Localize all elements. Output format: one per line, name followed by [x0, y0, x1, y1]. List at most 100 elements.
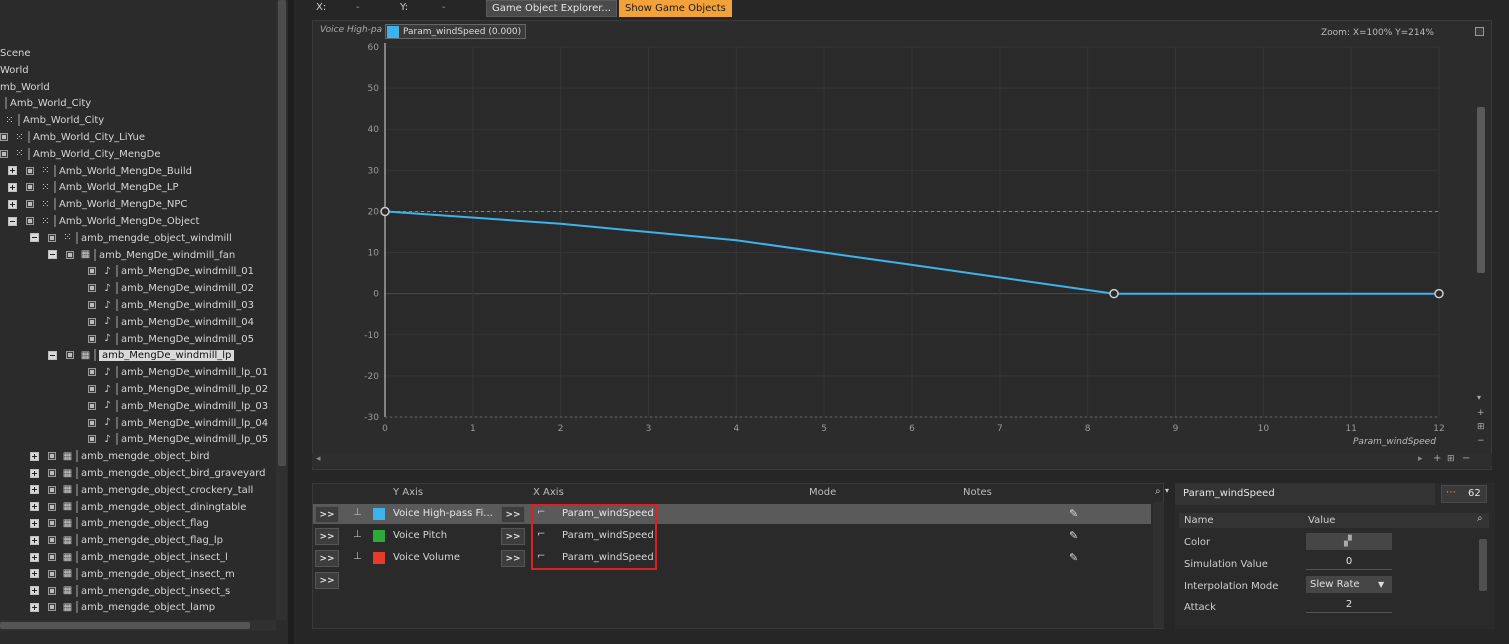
checkbox-icon[interactable]: [88, 284, 96, 293]
zoom-in-x-icon[interactable]: +: [1433, 453, 1441, 464]
col-notes[interactable]: Notes: [963, 484, 992, 501]
attack-field[interactable]: 2: [1306, 597, 1392, 613]
expand-icon[interactable]: [30, 451, 39, 461]
graph-corner-toggle[interactable]: [1475, 27, 1484, 36]
checkbox-icon[interactable]: [26, 183, 34, 192]
tree-item[interactable]: ⁙ Amb_World_MengDe_NPC: [8, 197, 187, 213]
tree-item[interactable]: ▦ amb_mengde_object_flag: [30, 516, 209, 532]
tree-item[interactable]: ▦ amb_mengde_object_bird: [30, 449, 210, 465]
game-object-explorer-button[interactable]: Game Object Explorer...: [486, 0, 617, 17]
tree-item[interactable]: ▦ amb_mengde_object_diningtable: [30, 500, 246, 516]
rtpc-row[interactable]: >> ⊥ Voice High-pass Fi... >> ⌐ Param_wi…: [313, 504, 1151, 524]
expand-row-button[interactable]: >>: [315, 550, 339, 567]
expand-icon[interactable]: [8, 182, 17, 192]
collapse-icon[interactable]: [48, 250, 57, 260]
expand-icon[interactable]: [30, 485, 39, 495]
checkbox-icon[interactable]: [66, 351, 74, 360]
checkbox-icon[interactable]: [26, 217, 34, 225]
expand-icon[interactable]: [30, 535, 39, 545]
property-scroll-thumb[interactable]: [1479, 539, 1487, 591]
expand-row-button[interactable]: >>: [315, 506, 339, 523]
expand-icon[interactable]: [30, 602, 39, 612]
color-picker[interactable]: ▞: [1306, 533, 1392, 550]
expand-icon[interactable]: [30, 569, 39, 579]
edit-notes-icon[interactable]: ✎: [1069, 551, 1078, 564]
checkbox-icon[interactable]: [48, 569, 56, 578]
pin-icon[interactable]: ⊥: [353, 551, 362, 562]
checkbox-icon[interactable]: [88, 334, 96, 343]
tree-item[interactable]: ♪ amb_MengDe_windmill_lp_02: [88, 382, 268, 398]
checkbox-icon[interactable]: [88, 317, 96, 326]
tree-item[interactable]: ⁙ amb_mengde_object_windmill: [30, 231, 232, 247]
tree-item[interactable]: ♪ amb_MengDe_windmill_01: [88, 264, 254, 280]
x-axis-menu-button[interactable]: >>: [501, 506, 525, 523]
tree-item[interactable]: ▦ amb_mengde_object_lamp: [30, 600, 215, 616]
expand-icon[interactable]: [8, 166, 17, 176]
simulation-value-field[interactable]: 0: [1306, 554, 1392, 570]
rtpc-row-empty[interactable]: >>: [313, 570, 1151, 590]
scroll-down-icon[interactable]: ▾: [1477, 393, 1481, 402]
checkbox-icon[interactable]: [88, 301, 96, 309]
tree-scroll-thumb[interactable]: [278, 0, 286, 466]
checkbox-icon[interactable]: [48, 603, 56, 612]
checkbox-icon[interactable]: [26, 200, 34, 209]
x-axis-menu-button[interactable]: >>: [501, 550, 525, 567]
expand-icon[interactable]: [30, 468, 39, 478]
expand-icon[interactable]: [30, 552, 39, 562]
tree-item[interactable]: mb_World: [0, 80, 50, 96]
expand-icon[interactable]: [30, 586, 39, 596]
collapse-icon[interactable]: [30, 233, 39, 243]
tree-item[interactable]: ⁙ Amb_World_City_MengDe: [0, 147, 161, 163]
rtpc-graph[interactable]: 60 50 40 30 20 10 0 -10 -20 -30 0 1 2 3 4 5 6 7 8 9 10 11 12 V…: [312, 20, 1492, 470]
checkbox-icon[interactable]: [48, 536, 56, 545]
edit-notes-icon[interactable]: ✎: [1069, 507, 1078, 520]
property-search-icon[interactable]: ⌕: [1477, 513, 1483, 524]
tree-item[interactable]: ♪ amb_MengDe_windmill_lp_03: [88, 399, 268, 415]
tree-item[interactable]: Scene: [0, 46, 31, 62]
checkbox-icon[interactable]: [88, 368, 96, 377]
zoom-out-x-icon[interactable]: −: [1462, 453, 1470, 464]
graph-horizontal-scrollbar[interactable]: ◂ ▸ + ⊞ −: [312, 453, 1492, 467]
checkbox-icon[interactable]: [48, 553, 56, 561]
tree-item[interactable]: ♪ amb_MengDe_windmill_lp_01: [88, 365, 268, 381]
x-axis-menu-button[interactable]: >>: [501, 528, 525, 545]
rtpc-row[interactable]: >> ⊥ Voice Pitch >> ⌐ Param_windSpeed ✎: [313, 526, 1151, 546]
checkbox-icon[interactable]: [48, 485, 56, 494]
tree-item[interactable]: ▦ amb_MengDe_windmill_fan: [48, 248, 235, 264]
zoom-in-y-icon[interactable]: +: [1477, 408, 1485, 418]
checkbox-icon[interactable]: [48, 519, 56, 528]
tree-item[interactable]: ▦ amb_mengde_object_bird_graveyard: [30, 466, 266, 482]
tree-item[interactable]: ▦ amb_mengde_object_flag_lp: [30, 533, 223, 549]
tree-item[interactable]: ♪ amb_MengDe_windmill_03: [88, 298, 254, 314]
search-icon[interactable]: ⌕: [1155, 486, 1161, 497]
checkbox-icon[interactable]: [66, 250, 74, 259]
tree-item[interactable]: ▦ amb_MengDe_windmill_lp: [48, 348, 235, 364]
collapse-icon[interactable]: [48, 350, 57, 360]
checkbox-icon[interactable]: [48, 233, 56, 242]
expand-icon[interactable]: [30, 518, 39, 528]
checkbox-icon[interactable]: [0, 133, 8, 141]
tree-hscroll-thumb[interactable]: [0, 622, 250, 629]
tree-item[interactable]: ⁙ Amb_World_City_LiYue: [0, 130, 145, 146]
collapse-icon[interactable]: [8, 216, 17, 226]
show-game-objects-button[interactable]: Show Game Objects: [619, 0, 732, 17]
col-x-axis[interactable]: X Axis: [533, 484, 564, 501]
tree-item[interactable]: ▦ amb_mengde_object_insect_s: [30, 584, 230, 600]
checkbox-icon[interactable]: [0, 149, 8, 158]
reference-count-badge[interactable]: ⋯ 62: [1441, 485, 1487, 503]
tree-item[interactable]: ♪ amb_MengDe_windmill_lp_04: [88, 416, 268, 432]
expand-icon[interactable]: [30, 502, 39, 512]
checkbox-icon[interactable]: [88, 385, 96, 393]
rtpc-list-scrollbar[interactable]: [1153, 502, 1164, 628]
tree-item[interactable]: Amb_World_City: [2, 96, 91, 112]
col-y-axis[interactable]: Y Axis: [393, 484, 423, 501]
col-mode[interactable]: Mode: [809, 484, 836, 501]
tree-item[interactable]: ♪ amb_MengDe_windmill_02: [88, 281, 254, 297]
checkbox-icon[interactable]: [88, 418, 96, 427]
tree-item[interactable]: World: [0, 63, 29, 79]
fit-y-icon[interactable]: ⊞: [1477, 422, 1485, 432]
tree-item[interactable]: ▦ amb_mengde_object_insect_l: [30, 550, 228, 566]
tree-item[interactable]: ⁙ Amb_World_City: [4, 113, 104, 129]
checkbox-icon[interactable]: [26, 166, 34, 175]
zoom-out-y-icon[interactable]: −: [1477, 436, 1485, 446]
